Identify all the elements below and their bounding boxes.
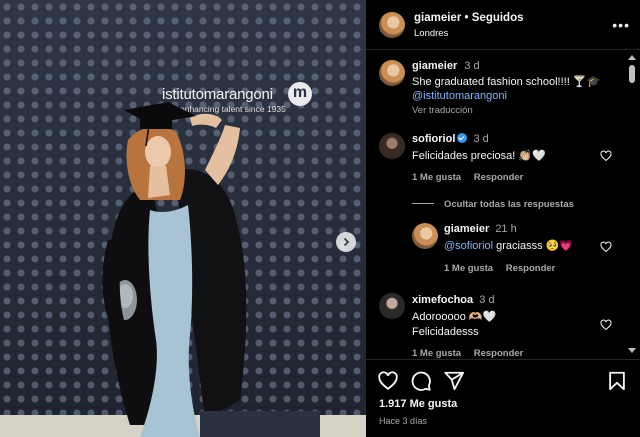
reply-header: giameier 21 h <box>444 223 517 235</box>
like-reply-heart-icon[interactable] <box>600 241 612 253</box>
share-icon[interactable] <box>443 370 465 392</box>
bookmark-icon[interactable] <box>606 370 628 392</box>
comments-list: giameier 3 d She graduated fashion schoo… <box>366 51 628 359</box>
comment-likes[interactable]: 1 Me gusta <box>412 172 461 183</box>
comment-actions: 1 Me gusta Responder <box>412 348 523 359</box>
comment-header: ximefochoa 3 d <box>412 294 495 306</box>
comment-text: Adorooooo 🫶🏼🤍 <box>412 311 497 323</box>
like-comment-heart-icon[interactable] <box>600 150 612 162</box>
avatar[interactable] <box>379 12 405 38</box>
reply-actions: 1 Me gusta Responder <box>444 263 555 274</box>
translate-link[interactable]: Ver traducción <box>412 105 473 116</box>
comment-likes[interactable]: 1 Me gusta <box>412 348 461 359</box>
avatar[interactable] <box>379 133 405 159</box>
next-photo-button[interactable] <box>336 232 356 252</box>
comment-text-line2: Felicidadesss <box>412 326 479 338</box>
reply-likes[interactable]: 1 Me gusta <box>444 263 493 274</box>
reply-username[interactable]: giameier <box>444 223 489 235</box>
comment-actions: 1 Me gusta Responder <box>412 172 523 183</box>
graduate-figure <box>102 102 247 437</box>
post-photo[interactable]: istitutomarangoni enhancing talent since… <box>0 0 366 437</box>
divider <box>412 203 434 204</box>
post-side-panel: giameier • Seguidos Londres ••• giameier… <box>366 0 640 437</box>
header-username[interactable]: giameier <box>414 12 461 24</box>
comment-reply-button[interactable]: Responder <box>474 172 524 183</box>
caption-text: She graduated fashion school!!!! 🍸🎓 <box>412 76 601 88</box>
follow-status[interactable]: Seguidos <box>472 12 524 24</box>
post-actions: 1.917 Me gusta Hace 3 días <box>366 359 640 437</box>
avatar[interactable] <box>379 293 405 319</box>
like-comment-heart-icon[interactable] <box>600 319 612 331</box>
replies-toggle-label: Ocultar todas las respuestas <box>444 199 574 210</box>
comment-username[interactable]: ximefochoa <box>412 294 473 306</box>
more-icon[interactable]: ••• <box>612 17 630 33</box>
avatar[interactable] <box>379 60 405 86</box>
caption-time: 3 d <box>464 60 480 72</box>
caption-header: giameier 3 d <box>412 60 480 72</box>
reply-time: 21 h <box>495 223 517 235</box>
comment-header: sofioriol 3 d <box>412 133 489 145</box>
comment-time: 3 d <box>473 133 489 145</box>
reply-mention[interactable]: @sofioriol <box>444 240 493 252</box>
comment-icon[interactable] <box>410 370 432 392</box>
comments-scrollbar[interactable] <box>626 51 638 359</box>
caption-mention[interactable]: @istitutomarangoni <box>412 90 507 102</box>
scroll-up-arrow-icon[interactable] <box>628 55 636 60</box>
comment-text: Felicidades preciosa! 👏🏼🤍 <box>412 150 546 162</box>
reply-text-line: @sofioriol graciasss 🥺💗 <box>444 239 573 252</box>
caption-username[interactable]: giameier <box>412 60 457 72</box>
comment-username[interactable]: sofioriol <box>412 133 455 145</box>
gown-shadow <box>200 411 320 437</box>
post-location[interactable]: Londres <box>414 28 448 39</box>
comment-reply-button[interactable]: Responder <box>474 348 524 359</box>
comment-time: 3 d <box>479 294 495 306</box>
heart-icon[interactable] <box>377 370 399 392</box>
post-header: giameier • Seguidos Londres ••• <box>366 0 640 50</box>
scrollbar-thumb[interactable] <box>629 65 635 83</box>
header-separator: • <box>464 12 469 24</box>
chevron-right-icon <box>343 237 350 247</box>
post-time: Hace 3 días <box>379 416 428 426</box>
verified-badge-icon <box>457 133 468 143</box>
likes-count[interactable]: 1.917 Me gusta <box>379 398 457 410</box>
avatar[interactable] <box>412 223 438 249</box>
reply-reply-button[interactable]: Responder <box>506 263 556 274</box>
reply-text: graciasss 🥺💗 <box>493 240 574 252</box>
scroll-down-arrow-icon[interactable] <box>628 348 636 353</box>
replies-toggle[interactable]: Ocultar todas las respuestas <box>412 199 574 210</box>
header-username-line: giameier • Seguidos <box>414 12 524 24</box>
